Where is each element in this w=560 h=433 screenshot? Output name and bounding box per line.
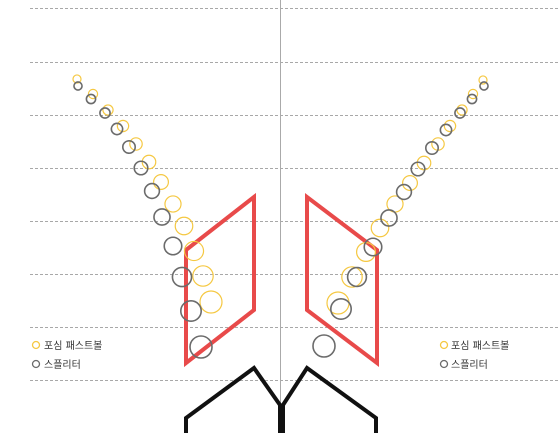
left-splitter-point [153, 208, 171, 226]
pitch-trajectory-svg: 포심 패스트볼 스플리터 포심 패스트볼 스플리터 [30, 0, 558, 433]
right-home-plate [281, 365, 378, 433]
left-home-plate [184, 365, 282, 433]
left-splitter-point [143, 182, 161, 200]
pitch-tunnel-chart: 포심 패스트볼 스플리터 포심 패스트볼 스플리터 [0, 0, 560, 433]
left-legend: 포심 패스트볼 스플리터 [31, 340, 102, 371]
legend-fastball-marker [439, 340, 449, 350]
left-fastball-point [102, 104, 114, 116]
legend-splitter-marker [439, 359, 449, 369]
right-splitter-point [479, 81, 489, 91]
right-splitter-point [454, 107, 466, 119]
legend-splitter-marker [31, 359, 41, 369]
right-splitter-point [380, 209, 398, 227]
right-splitter-point [410, 161, 426, 177]
legend-fastball-label: 포심 패스트볼 [451, 340, 509, 352]
left-splitter-point [171, 266, 193, 288]
legend-splitter-label: 스플리터 [451, 359, 488, 371]
left-fastball-point [192, 265, 214, 287]
left-fastball-point [129, 137, 143, 151]
left-fastball-point [153, 174, 170, 191]
left-splitter-point [99, 107, 111, 119]
right-splitter-point [312, 334, 336, 358]
left-fastball-point [174, 216, 194, 236]
left-fastball-point [199, 290, 223, 314]
left-splitter-point [122, 140, 137, 155]
grid-lines [30, 8, 558, 381]
right-legend: 포심 패스트볼 스플리터 [439, 340, 509, 371]
legend-fastball-label: 포심 패스트볼 [44, 340, 102, 352]
legend-splitter-label: 스플리터 [44, 359, 81, 371]
left-splitter-point [163, 236, 183, 256]
right-splitter-point [329, 297, 352, 320]
right-splitter-point [346, 266, 368, 288]
legend-fastball-marker [31, 340, 41, 350]
left-fastball-point [164, 195, 182, 213]
left-splitter-point [180, 299, 203, 322]
